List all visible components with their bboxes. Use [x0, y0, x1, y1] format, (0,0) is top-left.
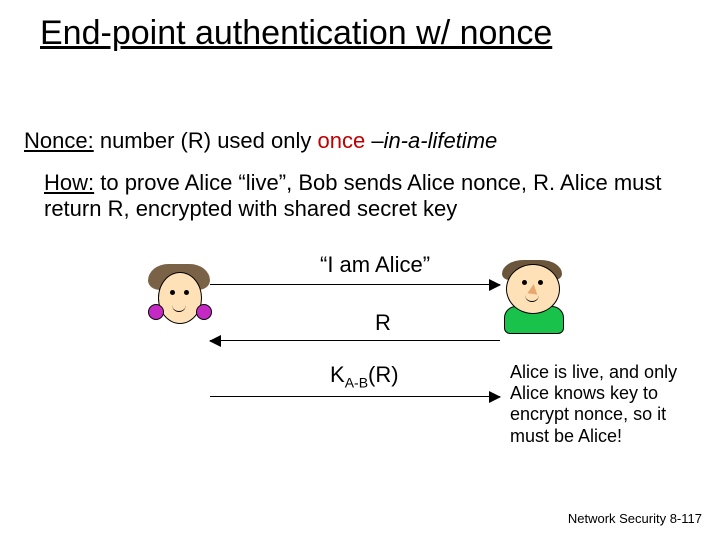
slide-footer: Network Security 8-117 [568, 511, 702, 526]
nonce-text-1: number (R) used only [94, 128, 318, 153]
message-i-am-alice: “I am Alice” [320, 252, 430, 278]
eye-icon [184, 290, 189, 295]
earring-icon [148, 304, 164, 320]
arrow-alice-to-bob-2 [210, 396, 500, 397]
nonce-once: once [317, 128, 365, 153]
eye-icon [522, 280, 527, 285]
eye-icon [170, 290, 175, 295]
msg3-K: K [330, 362, 345, 387]
nonce-dash: – [365, 128, 383, 153]
alice-character [148, 264, 210, 352]
slide: End-point authentication w/ nonce Nonce:… [0, 0, 720, 540]
bob-character [498, 260, 570, 334]
message-encrypted-r: KA-B(R) [330, 362, 399, 390]
arrow-bob-to-alice [210, 340, 500, 341]
nonce-tail: in-a-lifetime [384, 128, 498, 153]
nonce-label: Nonce: [24, 128, 94, 153]
arrow-alice-to-bob-1 [210, 284, 500, 285]
how-label: How: [44, 170, 94, 195]
msg3-sub: A-B [345, 374, 368, 390]
how-paragraph: How: to prove Alice “live”, Bob sends Al… [44, 170, 694, 222]
nose-icon [527, 283, 538, 294]
explanation-text: Alice is live, and only Alice knows key … [510, 362, 700, 447]
slide-title: End-point authentication w/ nonce [40, 14, 552, 53]
message-nonce-r: R [375, 310, 391, 336]
how-text: to prove Alice “live”, Bob sends Alice n… [44, 170, 662, 221]
earring-icon [196, 304, 212, 320]
msg3-rest: (R) [368, 362, 399, 387]
nonce-definition: Nonce: number (R) used only once –in-a-l… [24, 128, 497, 154]
eye-icon [538, 280, 543, 285]
face-icon [158, 272, 202, 324]
